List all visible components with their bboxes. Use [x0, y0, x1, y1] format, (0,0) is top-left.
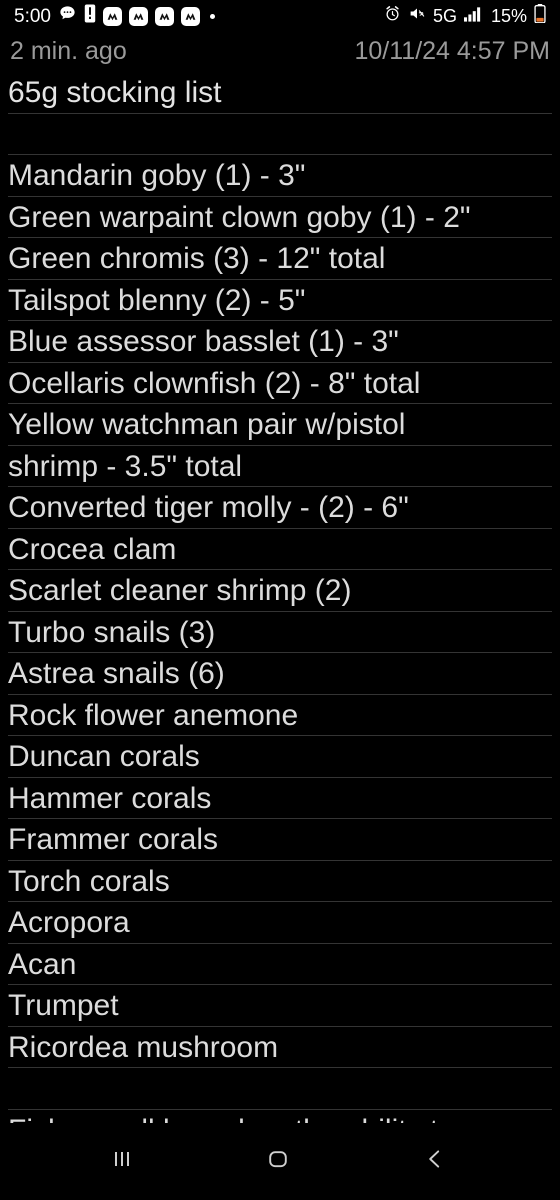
network-type-label: 5G: [432, 6, 457, 26]
note-line: Frammer corals: [8, 823, 219, 856]
note-line: Duncan corals: [8, 740, 200, 773]
battery-icon: [534, 4, 546, 28]
note-body[interactable]: 65g stocking list Mandarin goby (1) - 3" G…: [0, 70, 560, 1123]
note-line: Mandarin goby (1) - 3": [8, 159, 306, 192]
relative-time-label: 2 min. ago: [10, 36, 127, 65]
note-line: shrimp - 3.5" total: [8, 449, 243, 483]
note-line: Blue assessor basslet (1) - 3": [8, 325, 399, 358]
note-line: Yellow watchman pair w/pistol: [8, 408, 406, 441]
note-line: Astrea snails (6): [8, 657, 225, 690]
note-line: Ricordea mushroom: [8, 1030, 279, 1064]
home-icon: [265, 1146, 291, 1177]
app-badge-icon: [180, 6, 200, 26]
app-badge-icon: [102, 6, 122, 26]
note-line: Green warpaint clown goby (1) - 2": [8, 200, 471, 234]
note-line: Acan: [8, 947, 77, 981]
alert-priority-icon: [84, 4, 96, 28]
note-line: Tailspot blenny (2) - 5": [8, 283, 306, 317]
note-line: Turbo snails (3): [8, 615, 216, 649]
note-line: Hammer corals: [8, 781, 212, 815]
note-title: 65g stocking list: [8, 76, 222, 109]
android-navigation-bar: [0, 1123, 560, 1200]
note-line: Scarlet cleaner shrimp (2): [8, 574, 352, 607]
message-bubble-icon: [58, 4, 77, 28]
status-bar-left-group: 5:00: [14, 4, 215, 28]
note-line: Acropora: [8, 906, 130, 939]
note-line: [8, 114, 556, 156]
recents-button[interactable]: [67, 1123, 177, 1200]
back-chevron-icon: [422, 1146, 448, 1177]
status-bar-clock: 5:00: [14, 5, 51, 27]
alarm-clock-icon: [384, 5, 401, 27]
note-line: Converted tiger molly - (2) - 6": [8, 491, 409, 524]
sound-mute-icon: [408, 5, 426, 27]
timestamp-label: 10/11/24 4:57 PM: [354, 36, 550, 65]
recents-icon: [109, 1146, 135, 1177]
note-meta-row: 2 min. ago 10/11/24 4:57 PM: [0, 32, 560, 70]
back-button[interactable]: [380, 1123, 490, 1200]
note-line: Ocellaris clownfish (2) - 8" total: [8, 366, 421, 400]
note-line: Crocea clam: [8, 532, 177, 566]
note-line: [8, 1068, 556, 1110]
note-line: Fish are all based on the ability t: [8, 1110, 556, 1124]
home-button[interactable]: [223, 1123, 333, 1200]
more-notifications-dot-icon: [209, 13, 215, 19]
note-line: Green chromis (3) - 12" total: [8, 242, 386, 275]
app-badge-icon: [128, 6, 148, 26]
signal-bars-icon: [463, 6, 483, 27]
battery-percent-label: 15%: [490, 6, 527, 26]
app-badge-icon: [154, 6, 174, 26]
status-bar-right-group: 5G 15%: [384, 4, 546, 28]
note-line: Trumpet: [8, 989, 119, 1022]
note-line: Rock flower anemone: [8, 698, 299, 732]
status-bar: 5:00 5G 15%: [0, 0, 560, 32]
note-line: Torch corals: [8, 864, 170, 898]
